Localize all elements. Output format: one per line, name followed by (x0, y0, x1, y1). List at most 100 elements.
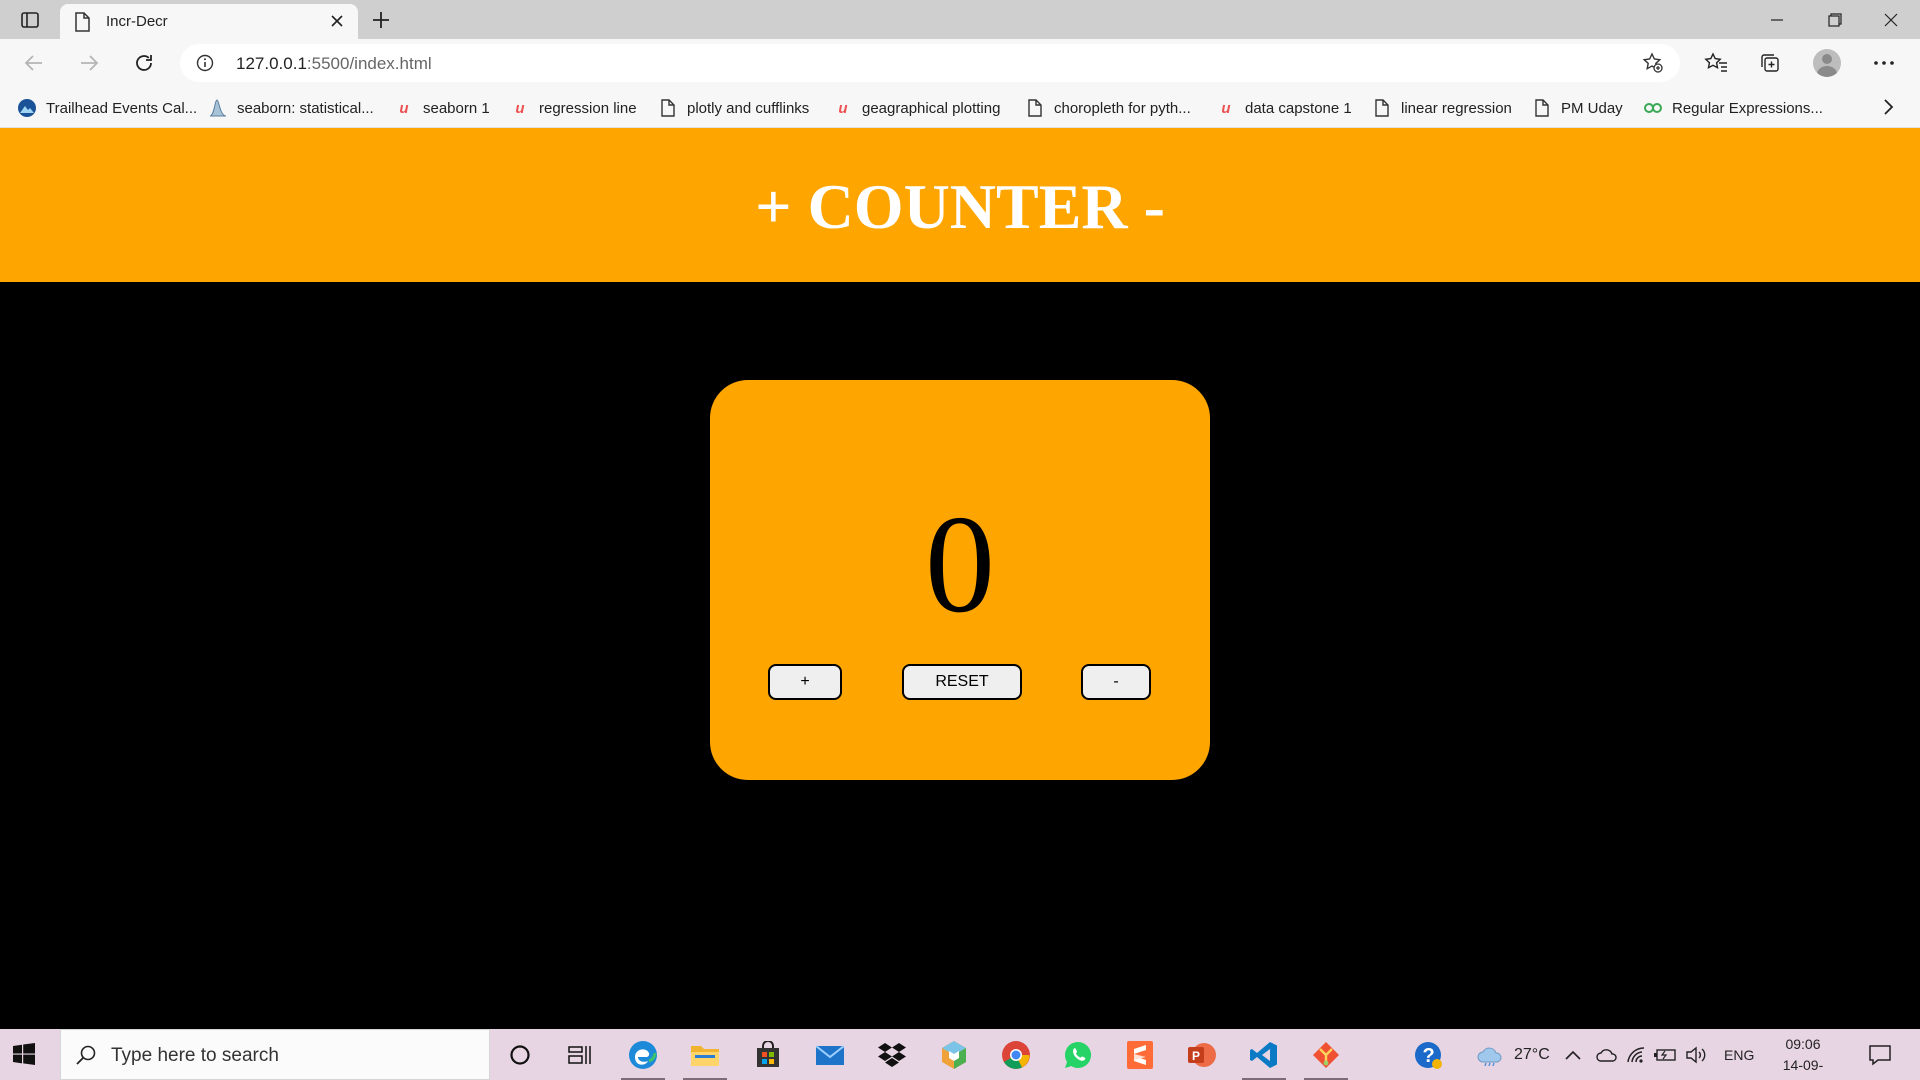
bookmark-item[interactable]: seaborn: statistical... (208, 97, 374, 119)
page-icon (1532, 98, 1552, 118)
bookmark-label: plotly and cufflinks (687, 99, 810, 117)
chevron-up-icon[interactable] (1562, 1037, 1584, 1073)
new-tab-icon[interactable] (369, 8, 393, 32)
battery-icon[interactable] (1652, 1037, 1678, 1073)
collections-icon[interactable] (1756, 49, 1784, 77)
bookmark-label: seaborn: statistical... (237, 99, 374, 117)
wifi-icon[interactable] (1624, 1037, 1648, 1073)
taskbar: Type here to search P ? 27°C ENG 09:06 1… (0, 1029, 1920, 1080)
page-header: + COUNTER - (0, 128, 1920, 282)
vscode-icon[interactable] (1242, 1037, 1286, 1080)
powerpoint-icon[interactable]: P (1184, 1037, 1220, 1073)
bookmark-label: geagraphical plotting (862, 99, 1001, 117)
bookmark-item[interactable]: linear regression (1372, 97, 1512, 119)
increment-button[interactable]: + (768, 664, 842, 700)
windows-start-icon[interactable] (12, 1042, 36, 1071)
bookmark-item[interactable]: u data capstone 1 (1216, 97, 1352, 119)
address-bar[interactable]: 127.0.0.1:5500/index.html (180, 44, 1680, 82)
page-content: + COUNTER - 0 + RESET - (0, 128, 1920, 1029)
svg-text:P: P (1192, 1049, 1200, 1063)
bookmark-item[interactable]: Trailhead Events Cal... (17, 97, 197, 119)
search-icon (75, 1044, 97, 1071)
decrement-button[interactable]: - (1081, 664, 1151, 700)
forward-icon[interactable] (75, 49, 103, 77)
refresh-icon[interactable] (130, 49, 158, 77)
reset-button[interactable]: RESET (902, 664, 1022, 700)
bookmark-label: Trailhead Events Cal... (46, 99, 198, 117)
url-text[interactable]: 127.0.0.1:5500/index.html (236, 54, 432, 74)
chrome-icon[interactable] (998, 1037, 1034, 1073)
bookmarks-bar: Trailhead Events Cal... seaborn: statist… (0, 87, 1920, 128)
edge-browser-icon[interactable] (621, 1037, 665, 1080)
seaborn-icon (208, 98, 228, 118)
weather-temperature[interactable]: 27°C (1514, 1046, 1550, 1064)
bookmark-item[interactable]: choropleth for pyth... (1025, 97, 1191, 119)
regex-icon (1643, 98, 1663, 118)
url-host: 127.0.0.1 (236, 54, 307, 73)
task-view-icon[interactable] (562, 1037, 598, 1073)
add-favorite-icon[interactable] (1642, 52, 1664, 79)
url-path: :5500/index.html (306, 54, 432, 73)
page-icon (74, 12, 90, 37)
tab-title: Incr-Decr (106, 13, 168, 30)
counter-value: 0 (925, 487, 995, 642)
udemy-icon: u (1221, 99, 1231, 117)
page-icon (1025, 98, 1045, 118)
microsoft-store-icon[interactable] (750, 1037, 786, 1073)
minimize-icon[interactable] (1748, 0, 1806, 39)
chevron-right-icon[interactable] (1878, 95, 1898, 119)
dropbox-icon[interactable] (874, 1037, 910, 1073)
clock[interactable]: 09:06 14-09-2021 (1768, 1034, 1838, 1080)
bookmark-item[interactable]: Regular Expressions... (1643, 97, 1823, 119)
bookmark-item[interactable]: PM Uday (1532, 97, 1623, 119)
file-explorer-icon[interactable] (683, 1037, 727, 1080)
git-kraken-icon[interactable] (1304, 1037, 1348, 1080)
close-tab-icon[interactable] (328, 12, 346, 30)
bookmark-label: data capstone 1 (1245, 99, 1352, 117)
bookmark-label: choropleth for pyth... (1054, 99, 1191, 117)
taskbar-search-box[interactable]: Type here to search (60, 1029, 490, 1080)
browser-tab-bar: Incr-Decr (0, 0, 1920, 39)
bookmark-item[interactable]: u regression line (510, 97, 637, 119)
page-title: + COUNTER - (755, 171, 1165, 242)
bookmark-label: PM Uday (1561, 99, 1623, 117)
bookmark-item[interactable]: u geagraphical plotting (833, 97, 1000, 119)
search-placeholder: Type here to search (111, 1045, 279, 1066)
address-bar-row: 127.0.0.1:5500/index.html (0, 39, 1920, 87)
udemy-icon: u (838, 99, 848, 117)
back-icon[interactable] (20, 49, 48, 77)
page-icon (658, 98, 678, 118)
favorites-icon[interactable] (1702, 49, 1730, 77)
page-icon (1372, 98, 1392, 118)
udemy-icon: u (399, 99, 409, 117)
bookmark-label: regression line (539, 99, 637, 117)
site-info-icon[interactable] (196, 54, 214, 77)
tab-actions-icon[interactable] (18, 9, 42, 31)
language-indicator[interactable]: ENG (1724, 1047, 1754, 1063)
bookmark-label: seaborn 1 (423, 99, 490, 117)
weather-icon[interactable] (1472, 1037, 1508, 1073)
notifications-icon[interactable] (1862, 1037, 1898, 1073)
volume-icon[interactable] (1683, 1037, 1709, 1073)
sublime-text-icon[interactable] (1122, 1037, 1158, 1073)
profile-avatar[interactable] (1813, 49, 1841, 77)
clock-time: 09:06 (1785, 1036, 1821, 1052)
cortana-icon[interactable] (502, 1037, 538, 1073)
onedrive-icon[interactable] (1595, 1037, 1619, 1073)
trailhead-icon (17, 98, 37, 118)
bookmark-item[interactable]: u seaborn 1 (394, 97, 490, 119)
restore-icon[interactable] (1806, 0, 1864, 39)
bookmark-label: Regular Expressions... (1672, 99, 1823, 117)
bookmark-label: linear regression (1401, 99, 1512, 117)
mail-icon[interactable] (812, 1037, 848, 1073)
help-icon[interactable]: ? (1410, 1037, 1446, 1073)
settings-more-icon[interactable] (1870, 49, 1898, 77)
whatsapp-icon[interactable] (1060, 1037, 1096, 1073)
udemy-icon: u (515, 99, 525, 117)
bookmark-item[interactable]: plotly and cufflinks (658, 97, 809, 119)
app-cube-icon[interactable] (936, 1037, 972, 1073)
counter-card: 0 + RESET - (710, 380, 1210, 780)
close-window-icon[interactable] (1862, 0, 1920, 39)
clock-date: 14-09-2021 (1782, 1057, 1824, 1080)
browser-tab[interactable]: Incr-Decr (60, 4, 358, 39)
